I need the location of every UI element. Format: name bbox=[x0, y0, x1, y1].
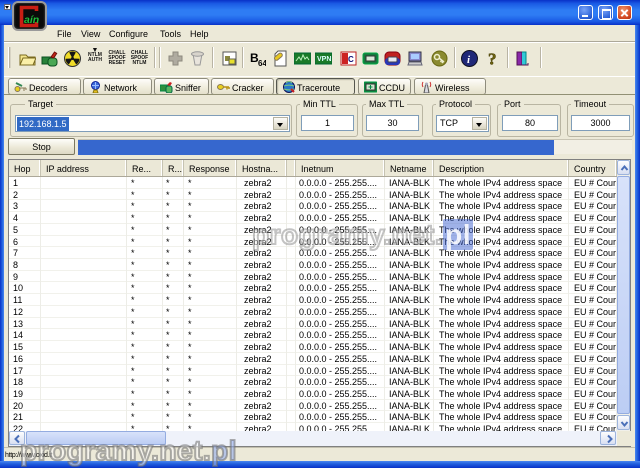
svg-text:C: C bbox=[348, 55, 354, 64]
svg-text:?: ? bbox=[488, 50, 497, 67]
svg-text:VPN: VPN bbox=[317, 56, 331, 63]
svg-text:64: 64 bbox=[258, 59, 266, 67]
svg-text:aín: aín bbox=[24, 14, 39, 26]
